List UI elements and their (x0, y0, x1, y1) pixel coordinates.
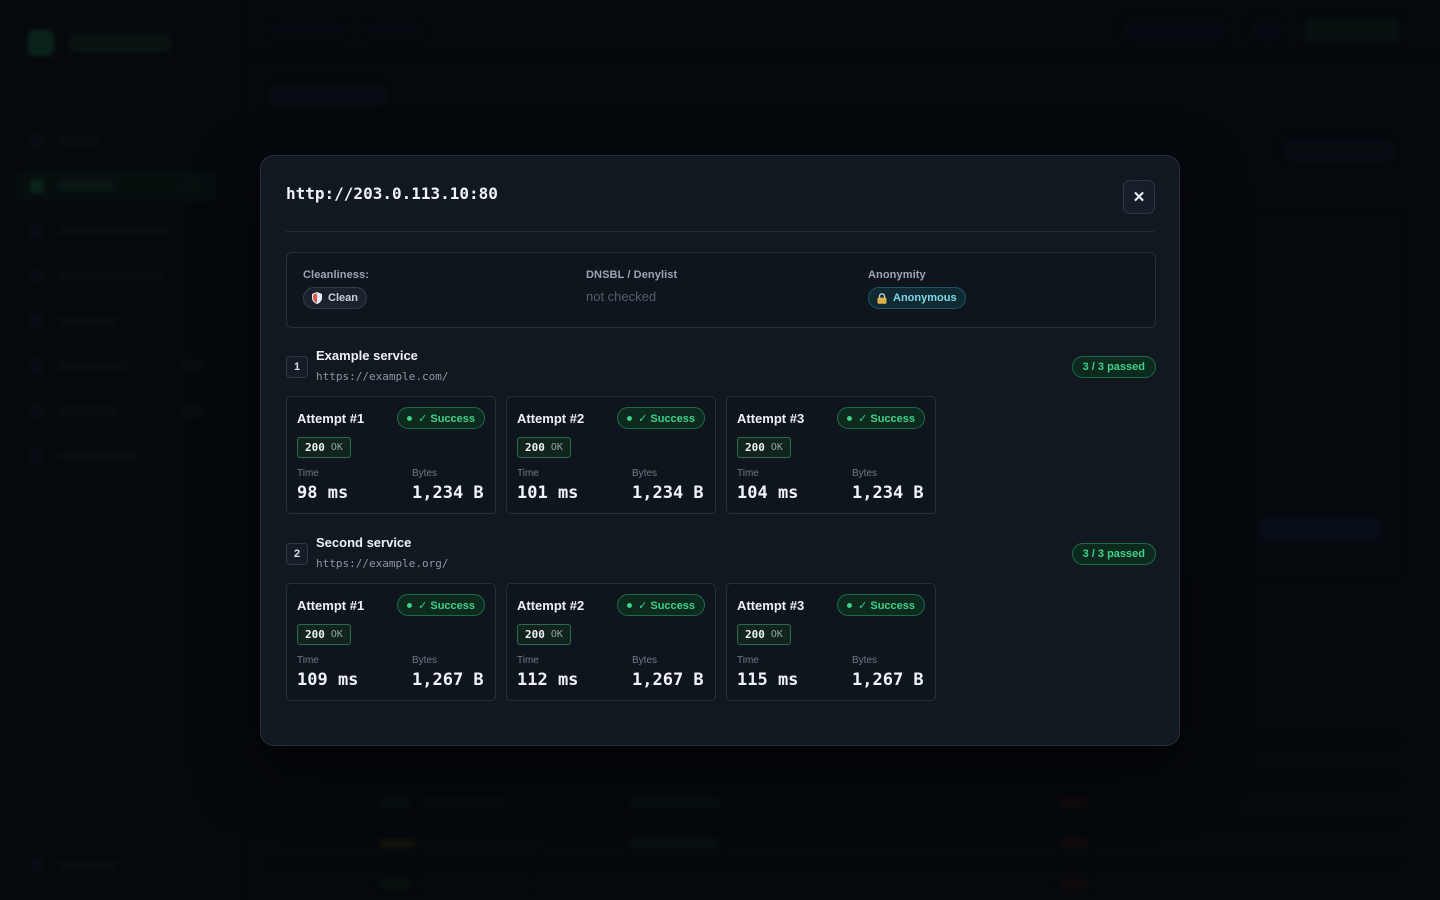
status-text: ✓ Success (418, 412, 475, 425)
attempt-card: Attempt #1 ✓ Success 200 OK Time 98 ms By… (286, 396, 496, 514)
bytes-value: 1,234 B (412, 483, 484, 503)
anonymity-value: Anonymous (893, 292, 957, 304)
status-dot-icon (407, 602, 413, 608)
status-text: ✓ Success (858, 412, 915, 425)
bytes-label: Bytes (632, 468, 658, 479)
time-label: Time (297, 655, 319, 666)
status-dot-icon (847, 415, 853, 421)
service-name: Example service (316, 348, 418, 363)
time-label: Time (737, 468, 759, 479)
attempt-title: Attempt #3 (737, 598, 805, 613)
bytes-value: 1,267 B (852, 670, 924, 690)
status-text: ✓ Success (858, 599, 915, 612)
passed-badge: 3 / 3 passed (1071, 543, 1156, 565)
proxy-details-modal: http://203.0.113.10:80 ✕ Cleanliness: Cl… (260, 155, 1180, 746)
http-status-code: 200 OK (737, 437, 791, 458)
status-code-number: 200 (305, 628, 325, 641)
status-code-number: 200 (525, 628, 545, 641)
attempt-title: Attempt #1 (297, 598, 365, 613)
attempt-title: Attempt #3 (737, 411, 805, 426)
dnsbl-section: DNSBL / Denylist not checked (586, 269, 677, 304)
status-code-text: OK (330, 629, 343, 640)
attempt-title: Attempt #2 (517, 411, 585, 426)
service-number: 2 (286, 543, 308, 565)
bytes-label: Bytes (412, 655, 438, 666)
cleanliness-section: Cleanliness: Clean (303, 269, 369, 309)
service-number: 1 (286, 356, 308, 378)
modal-title: http://203.0.113.10:80 (286, 184, 498, 203)
passed-badge: 3 / 3 passed (1071, 356, 1156, 378)
time-label: Time (297, 468, 319, 479)
status-code-text: OK (770, 629, 783, 640)
bytes-label: Bytes (852, 655, 878, 666)
success-badge: ✓ Success (617, 594, 705, 616)
bytes-label: Bytes (632, 655, 658, 666)
time-value: 112 ms (517, 670, 579, 690)
close-icon: ✕ (1132, 189, 1146, 206)
status-dot-icon (407, 415, 413, 421)
dnsbl-value: not checked (586, 289, 657, 304)
status-code-text: OK (550, 629, 563, 640)
shield-icon (312, 292, 322, 304)
time-value: 104 ms (737, 483, 799, 503)
attempt-card: Attempt #3 ✓ Success 200 OK Time 115 ms B… (726, 583, 936, 701)
lock-icon (877, 292, 887, 304)
status-dot-icon (627, 602, 633, 608)
bytes-value: 1,234 B (852, 483, 924, 503)
attempt-card: Attempt #1 ✓ Success 200 OK Time 109 ms B… (286, 583, 496, 701)
success-badge: ✓ Success (617, 407, 705, 429)
status-text: ✓ Success (418, 599, 475, 612)
http-status-code: 200 OK (737, 624, 791, 645)
attempt-card: Attempt #2 ✓ Success 200 OK Time 101 ms B… (506, 396, 716, 514)
success-badge: ✓ Success (837, 407, 925, 429)
anonymity-section: Anonymity Anonymous (868, 269, 966, 309)
success-badge: ✓ Success (397, 594, 485, 616)
status-code-number: 200 (525, 441, 545, 454)
bytes-label: Bytes (852, 468, 878, 479)
bytes-value: 1,267 B (632, 670, 704, 690)
http-status-code: 200 OK (297, 437, 351, 458)
attempt-card: Attempt #3 ✓ Success 200 OK Time 104 ms B… (726, 396, 936, 514)
status-code-text: OK (770, 442, 783, 453)
http-status-code: 200 OK (517, 437, 571, 458)
proxy-info-box: Cleanliness: Clean DNSBL / Denylist not … (286, 252, 1156, 328)
status-dot-icon (627, 415, 633, 421)
cleanliness-badge: Clean (303, 287, 367, 309)
time-value: 101 ms (517, 483, 579, 503)
close-button[interactable]: ✕ (1123, 180, 1155, 214)
anonymity-label: Anonymity (868, 269, 926, 281)
status-code-number: 200 (745, 628, 765, 641)
http-status-code: 200 OK (517, 624, 571, 645)
attempt-title: Attempt #1 (297, 411, 365, 426)
time-label: Time (737, 655, 759, 666)
attempt-title: Attempt #2 (517, 598, 585, 613)
time-value: 109 ms (297, 670, 359, 690)
bytes-value: 1,234 B (632, 483, 704, 503)
time-label: Time (517, 655, 539, 666)
success-badge: ✓ Success (837, 594, 925, 616)
anonymity-badge: Anonymous (868, 287, 966, 309)
cleanliness-label: Cleanliness: (303, 269, 370, 281)
header-divider (286, 231, 1154, 232)
status-code-number: 200 (305, 441, 325, 454)
service-name: Second service (316, 535, 412, 550)
success-badge: ✓ Success (397, 407, 485, 429)
bytes-value: 1,267 B (412, 670, 484, 690)
dnsbl-label: DNSBL / Denylist (586, 269, 678, 281)
status-code-text: OK (550, 442, 563, 453)
time-label: Time (517, 468, 539, 479)
status-code-text: OK (330, 442, 343, 453)
status-dot-icon (847, 602, 853, 608)
service-url: https://example.com/ (316, 370, 449, 383)
time-value: 115 ms (737, 670, 799, 690)
bytes-label: Bytes (412, 468, 438, 479)
cleanliness-value: Clean (328, 292, 358, 304)
http-status-code: 200 OK (297, 624, 351, 645)
status-text: ✓ Success (638, 599, 695, 612)
status-code-number: 200 (745, 441, 765, 454)
time-value: 98 ms (297, 483, 349, 503)
status-text: ✓ Success (638, 412, 695, 425)
attempt-card: Attempt #2 ✓ Success 200 OK Time 112 ms B… (506, 583, 716, 701)
service-url: https://example.org/ (316, 557, 449, 570)
